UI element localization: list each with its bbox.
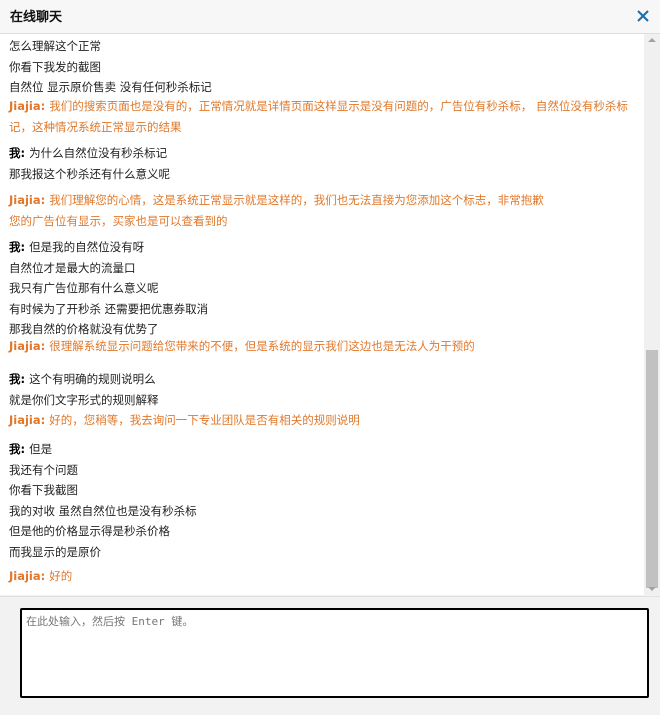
message-line: 我: 但是 (9, 439, 637, 460)
message-line: 您的广告位有显示，买家也是可以查看到的 (9, 211, 637, 232)
message-line: 我: 这个有明确的规则说明么 (9, 369, 637, 390)
scrollbar-thumb[interactable] (646, 350, 658, 588)
message-text: 就是你们文字形式的规则解释 (9, 392, 159, 407)
message-line: Jiajia: 好的 (9, 566, 637, 587)
scrollbar[interactable] (644, 34, 660, 595)
message-text: 那我自然的价格就没有优势了 (9, 322, 159, 336)
user-message: 我: 但是我的自然位没有呀自然位才是最大的流量口我只有广告位那有什么意义呢有时候为… (9, 237, 637, 340)
speaker-label: 我: (9, 372, 26, 386)
window-header: 在线聊天 (0, 0, 660, 34)
arrow-down-icon[interactable] (648, 587, 656, 591)
speaker-label: Jiajia: (9, 193, 46, 207)
speaker-label: Jiajia: (9, 99, 46, 113)
message-line: 我: 但是我的自然位没有呀 (9, 237, 637, 258)
window-title: 在线聊天 (10, 10, 63, 25)
message-text: 自然位 显示原价售卖 没有任何秒杀标记 (9, 80, 212, 94)
message-line: 我的对收 虽然自然位也是没有秒杀标 (9, 501, 637, 522)
message-text: 有时候为了开秒杀 还需要把优惠券取消 (9, 301, 209, 316)
message-text: 怎么理解这个正常 (9, 39, 101, 53)
speaker-label: Jiajia: (9, 569, 46, 583)
message-text: 我只有广告位那有什么意义呢 (9, 281, 159, 295)
message-text: 但是 (29, 442, 53, 456)
input-area (0, 596, 660, 715)
user-message: 我: 这个有明确的规则说明么就是你们文字形式的规则解释 (9, 369, 637, 410)
agent-message: Jiajia: 我们的搜索页面也是没有的，正常情况就是详情页面这样显示是没有问题的… (9, 96, 637, 137)
message-text: 自然位才是最大的流量口 (9, 260, 136, 275)
user-message: 我: 为什么自然位没有秒杀标记那我报这个秒杀还有什么意义呢 (9, 143, 637, 184)
message-line: 那我报这个秒杀还有什么意义呢 (9, 164, 637, 185)
speaker-label: 我: (9, 442, 26, 456)
message-text: 我们理解您的心情，这是系统正常显示就是这样的，我们也无法直接为您添加这个标志，非… (49, 193, 544, 207)
close-icon[interactable] (634, 7, 652, 25)
message-line: 自然位 显示原价售卖 没有任何秒杀标记 (9, 77, 637, 98)
message-line: 我还有个问题 (9, 460, 637, 481)
user-message: 怎么理解这个正常 你看下我发的截图自然位 显示原价售卖 没有任何秒杀标记 (9, 36, 637, 98)
message-line: 自然位才是最大的流量口 (9, 258, 637, 279)
message-text: 很理解系统显示问题给您带来的不便，但是系统的显示我们这边也是无法人为干预的 (49, 339, 475, 353)
message-text: 我们的搜索页面也是没有的，正常情况就是详情页面这样显示是没有问题的，广告位有秒杀… (9, 99, 628, 134)
agent-message: Jiajia: 好的 (9, 566, 637, 587)
message-line: 你看下我发的截图 (9, 57, 637, 78)
chat-log[interactable]: 怎么理解这个正常 你看下我发的截图 自然位 显示原价售卖 没有任何秒杀标记 Jiaji… (0, 34, 644, 595)
arrow-up-icon[interactable] (648, 38, 656, 42)
message-line: 怎么理解这个正常 (9, 36, 637, 57)
message-text: 你看下我发的截图 (9, 59, 101, 74)
message-text: 而我显示的是原价 (9, 544, 101, 559)
message-text: 为什么自然位没有秒杀标记 (29, 146, 168, 160)
message-text: 好的，您稍等，我去询问一下专业团队是否有相关的规则说明 (49, 413, 360, 427)
message-line: Jiajia: 很理解系统显示问题给您带来的不便，但是系统的显示我们这边也是无法人… (9, 336, 637, 357)
user-message: 我: 但是我还有个问题 你看下我截图我的对收 虽然自然位也是没有秒杀标 但是他的价格显… (9, 439, 637, 562)
message-line: Jiajia: 我们理解您的心情，这是系统正常显示就是这样的，我们也无法直接为您添… (9, 190, 637, 211)
agent-message: Jiajia: 我们理解您的心情，这是系统正常显示就是这样的，我们也无法直接为您添… (9, 190, 637, 231)
message-input[interactable] (20, 608, 649, 698)
message-line: 就是你们文字形式的规则解释 (9, 390, 637, 411)
message-text: 我的对收 虽然自然位也是没有秒杀标 (9, 503, 197, 518)
message-text: 我还有个问题 (9, 462, 78, 477)
speaker-label: Jiajia: (9, 413, 46, 427)
message-line: 我只有广告位那有什么意义呢 (9, 278, 637, 299)
speaker-label: 我: (9, 240, 26, 254)
message-text: 您的广告位有显示，买家也是可以查看到的 (9, 213, 228, 228)
speaker-label: Jiajia: (9, 339, 46, 353)
agent-message: Jiajia: 很理解系统显示问题给您带来的不便，但是系统的显示我们这边也是无法人… (9, 336, 637, 357)
message-text: 但是他的价格显示得是秒杀价格 (9, 524, 170, 538)
message-line: 有时候为了开秒杀 还需要把优惠券取消 (9, 299, 637, 320)
message-text: 好的 (49, 569, 73, 583)
chat-window: 在线聊天 怎么理解这个正常 你看下我发的截图自然位 显示原价售卖 没有任何秒杀标记… (0, 0, 660, 715)
message-text: 但是我的自然位没有呀 (29, 240, 145, 254)
message-line: 但是他的价格显示得是秒杀价格 (9, 521, 637, 542)
message-line: 我: 为什么自然位没有秒杀标记 (9, 143, 637, 164)
message-line: Jiajia: 我们的搜索页面也是没有的，正常情况就是详情页面这样显示是没有问题的… (9, 96, 637, 137)
message-line: Jiajia: 好的，您稍等，我去询问一下专业团队是否有相关的规则说明 (9, 410, 637, 431)
message-text: 你看下我截图 (9, 483, 78, 497)
message-text: 那我报这个秒杀还有什么意义呢 (9, 166, 170, 181)
message-line: 而我显示的是原价 (9, 542, 637, 563)
agent-message: Jiajia: 好的，您稍等，我去询问一下专业团队是否有相关的规则说明 (9, 410, 637, 431)
message-text: 这个有明确的规则说明么 (29, 372, 156, 386)
speaker-label: 我: (9, 146, 26, 160)
message-line: 你看下我截图 (9, 480, 637, 501)
